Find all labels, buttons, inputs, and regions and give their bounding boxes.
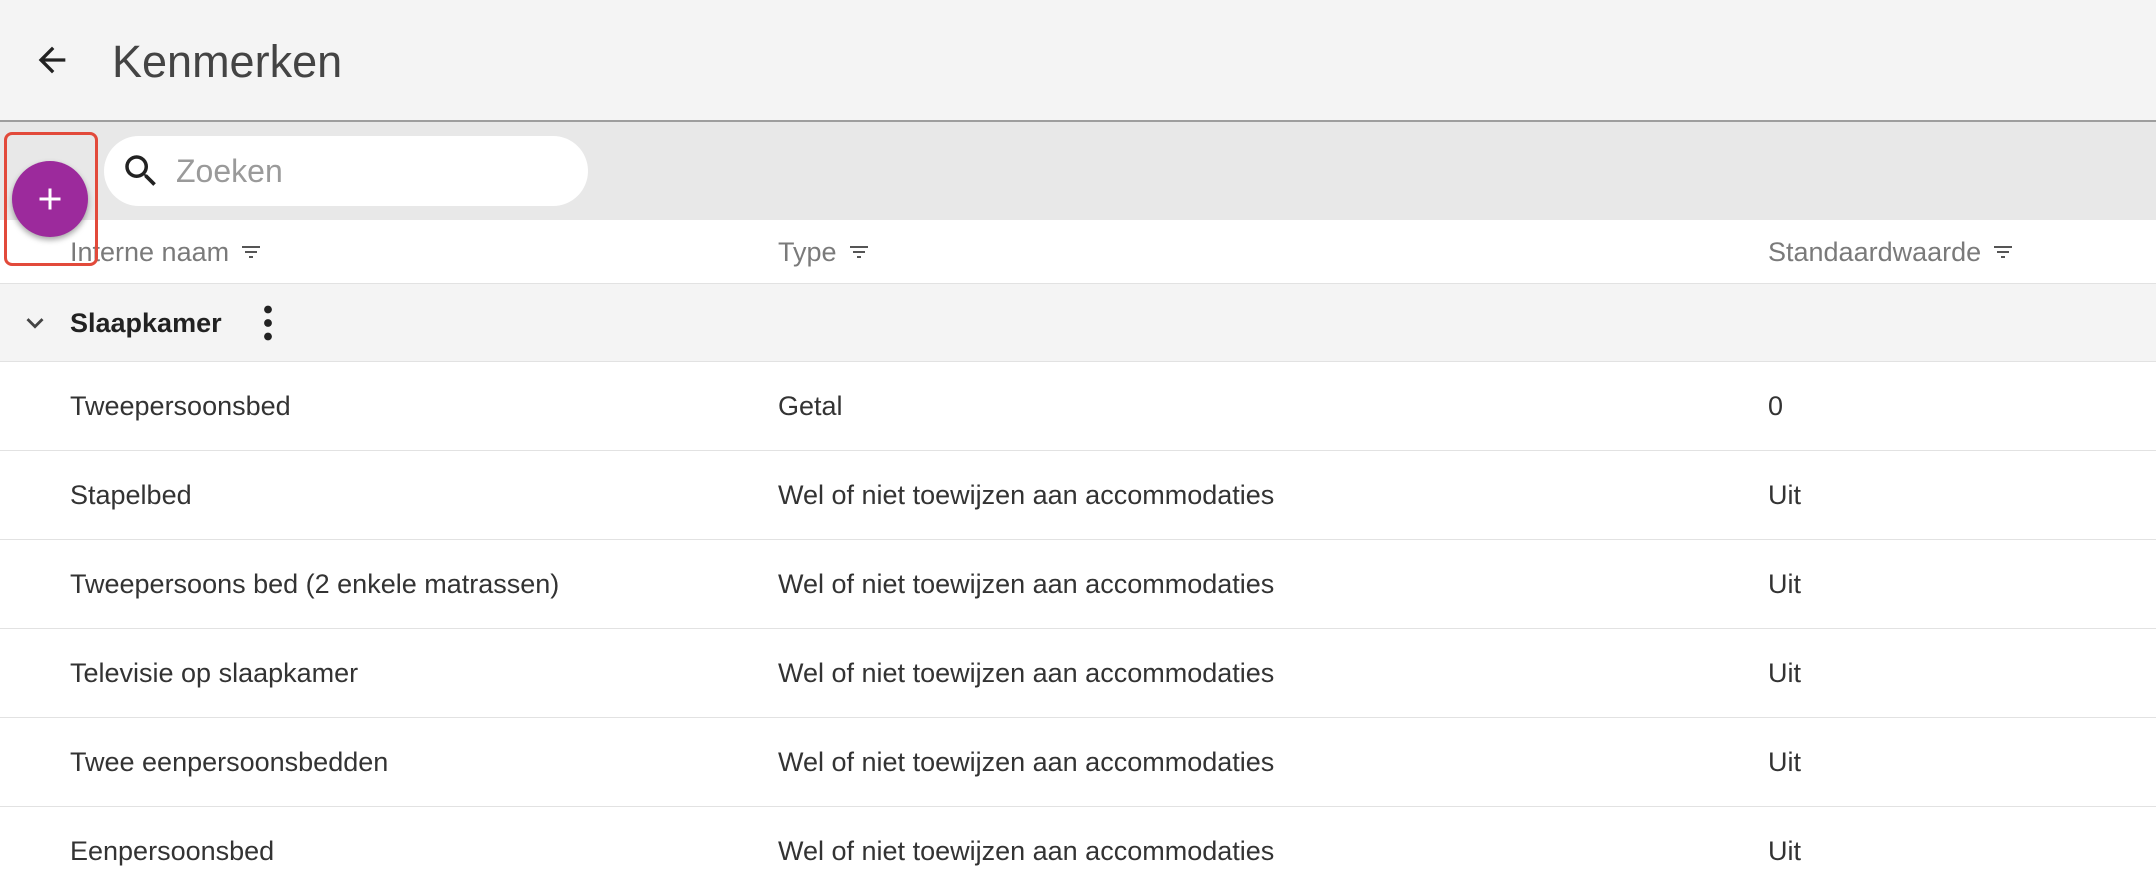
cell-type: Wel of niet toewijzen aan accommodaties xyxy=(778,480,1275,510)
toolbar xyxy=(0,122,2156,220)
search-icon xyxy=(125,155,156,186)
arrow-left-icon xyxy=(38,46,66,74)
table-row[interactable]: Stapelbed Wel of niet toewijzen aan acco… xyxy=(0,451,2156,540)
filter-icon[interactable] xyxy=(847,240,871,264)
cell-standaardwaarde: Uit xyxy=(1768,747,1801,777)
column-header-label: Standaardwaarde xyxy=(1768,236,1982,267)
column-header-standaardwaarde[interactable]: Standaardwaarde xyxy=(1768,220,2015,284)
cell-standaardwaarde: 0 xyxy=(1768,391,1784,421)
back-button[interactable] xyxy=(24,32,80,88)
search-box[interactable] xyxy=(104,136,588,206)
cell-interne-naam: Tweepersoonsbed xyxy=(70,391,291,421)
cell-interne-naam: Tweepersoons bed (2 enkele matrassen) xyxy=(70,569,560,599)
cell-interne-naam: Twee eenpersoonsbedden xyxy=(70,747,389,777)
cell-type: Wel of niet toewijzen aan accommodaties xyxy=(778,747,1275,777)
group-name: Slaapkamer xyxy=(70,308,222,338)
cell-type: Wel of niet toewijzen aan accommodaties xyxy=(778,658,1275,688)
column-header-type[interactable]: Type xyxy=(778,220,871,284)
cell-type: Getal xyxy=(778,391,843,421)
chevron-down-icon[interactable] xyxy=(18,306,52,340)
cell-type: Wel of niet toewijzen aan accommodaties xyxy=(778,569,1275,599)
cell-standaardwaarde: Uit xyxy=(1768,480,1801,510)
page-title: Kenmerken xyxy=(112,36,343,87)
table-row[interactable]: Televisie op slaapkamer Wel of niet toew… xyxy=(0,629,2156,718)
group-row-slaapkamer[interactable]: Slaapkamer xyxy=(0,284,2156,362)
table-row[interactable]: Tweepersoons bed (2 enkele matrassen) We… xyxy=(0,540,2156,629)
add-button[interactable] xyxy=(12,161,88,237)
filter-icon[interactable] xyxy=(1991,240,2015,264)
table-header: Interne naam Type Standaardwaarde xyxy=(0,220,2156,284)
table-row[interactable]: Twee eenpersoonsbedden Wel of niet toewi… xyxy=(0,718,2156,807)
column-header-label: Type xyxy=(778,236,837,267)
table-row[interactable]: Eenpersoonsbed Wel of niet toewijzen aan… xyxy=(0,807,2156,896)
cell-standaardwaarde: Uit xyxy=(1768,569,1801,599)
filter-icon[interactable] xyxy=(239,240,263,264)
cell-standaardwaarde: Uit xyxy=(1768,658,1801,688)
app-header: Kenmerken xyxy=(0,0,2156,122)
search-input[interactable] xyxy=(176,146,566,196)
table-row[interactable]: Tweepersoonsbed Getal 0 xyxy=(0,362,2156,451)
plus-icon xyxy=(39,188,61,210)
cell-interne-naam: Stapelbed xyxy=(70,480,192,510)
column-header-interne-naam[interactable]: Interne naam xyxy=(70,220,263,284)
more-vertical-icon[interactable] xyxy=(250,302,286,344)
cell-interne-naam: Televisie op slaapkamer xyxy=(70,658,359,688)
